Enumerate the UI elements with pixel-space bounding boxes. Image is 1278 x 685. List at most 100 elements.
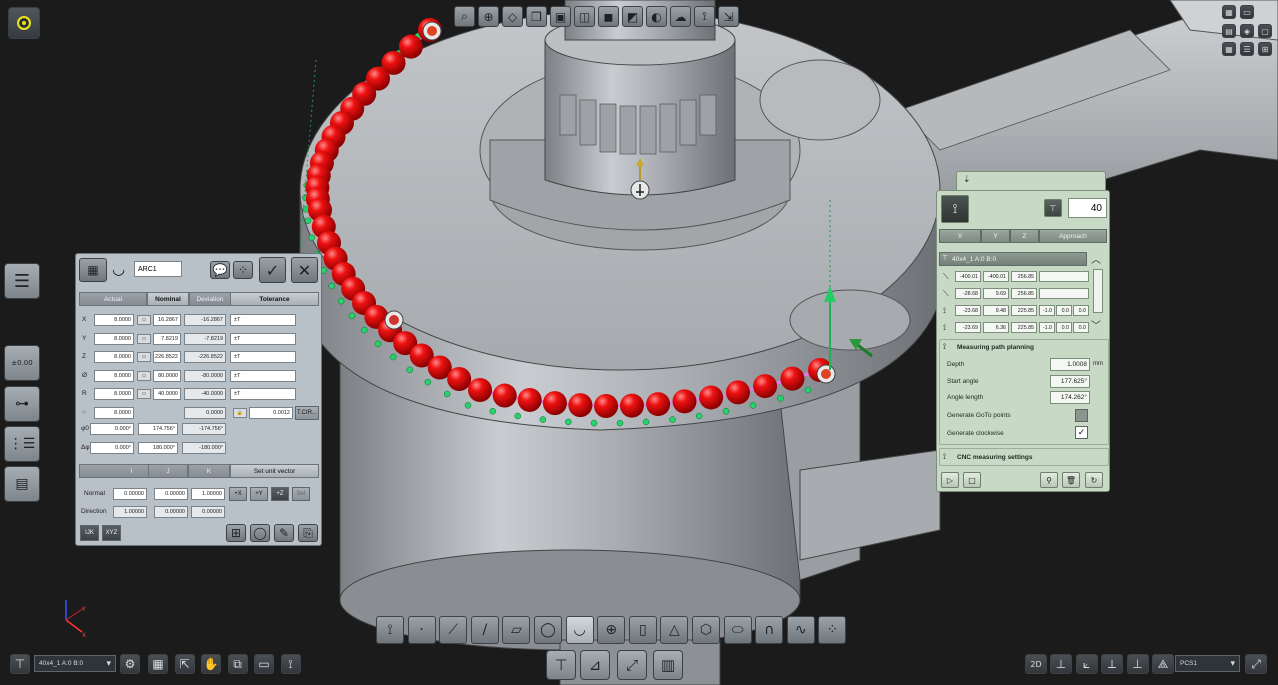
point-x-value[interactable]: -23.68 <box>955 305 981 316</box>
coordinate-mode-button[interactable]: ⤢ <box>617 650 647 680</box>
point-approach-value[interactable] <box>1039 288 1089 299</box>
viewport-max-icon[interactable]: ▭ <box>1240 5 1254 19</box>
point-c-value[interactable]: 0.0 <box>1073 322 1089 333</box>
point-b-value[interactable]: 0.0 <box>1056 305 1072 316</box>
point-x-value[interactable]: -400.01 <box>955 271 981 282</box>
scroll-down-icon[interactable]: ﹀ <box>1091 317 1101 332</box>
measure-point-icon[interactable] <box>672 389 697 414</box>
element-name-input[interactable] <box>134 261 182 277</box>
measure-point-icon[interactable] <box>447 366 472 391</box>
measure-point-icon[interactable] <box>517 387 542 412</box>
point-x-value[interactable]: -28.68 <box>955 288 981 299</box>
deviation-tab[interactable]: Deviation <box>189 292 231 306</box>
slot-button[interactable]: ⬭ <box>723 616 752 644</box>
arc-button[interactable]: ◡ <box>565 616 594 644</box>
axis-xz-button[interactable]: ⟀ <box>1075 654 1098 674</box>
plane-profile-button[interactable]: ⟋ <box>439 616 468 644</box>
view-iso-button[interactable]: ▣ <box>550 6 571 27</box>
tree-button[interactable]: ⊶ <box>4 386 40 422</box>
point-button[interactable]: · <box>407 616 436 644</box>
nominal-value[interactable]: 226.8522 <box>153 351 181 363</box>
coord-system-button[interactable]: ⤢ <box>1245 654 1267 674</box>
measure-point-icon[interactable] <box>542 391 567 416</box>
sphere-button[interactable]: ⊕ <box>597 616 626 644</box>
comment-button[interactable]: 💬 <box>210 261 230 279</box>
probe-config-button[interactable]: ⚙ <box>120 654 140 674</box>
keypad-button[interactable]: ▦ <box>79 258 107 282</box>
points-scrollbar[interactable] <box>1093 269 1103 313</box>
view-side-icon[interactable]: ▢ <box>1258 24 1272 38</box>
close-button[interactable]: ✕ <box>291 257 318 283</box>
point-a-value[interactable]: -1.0 <box>1039 305 1055 316</box>
axis-x-button[interactable]: +X <box>229 487 247 501</box>
zoom-button[interactable]: ⊕ <box>478 6 499 27</box>
export-button[interactable]: ⎘ <box>298 524 318 542</box>
point-approach-value[interactable] <box>1039 271 1089 282</box>
cnc-panel-tab[interactable]: ⇣ <box>956 171 1106 191</box>
measure-point-icon[interactable] <box>699 385 724 410</box>
measure-point-icon[interactable] <box>468 378 492 402</box>
probe-button[interactable]: ⊤ <box>1044 199 1062 217</box>
measure-point-icon[interactable] <box>753 374 778 399</box>
axis-3d-button[interactable]: ⊥ <box>1126 654 1149 674</box>
measure-point-icon[interactable] <box>594 393 619 418</box>
menu-button[interactable]: ☰ <box>4 263 40 299</box>
tolerance-value[interactable]: ±T <box>230 351 296 363</box>
probe-action-button[interactable]: ⚲ <box>1040 472 1058 488</box>
circle-button[interactable]: ◯ <box>250 524 270 542</box>
view-shaded-button[interactable]: ◩ <box>622 6 643 27</box>
start-angle-input[interactable]: 177.625° <box>1050 375 1090 388</box>
view-top-icon[interactable]: ▤ <box>1222 24 1236 38</box>
view-align-button[interactable]: ⇲ <box>718 6 739 27</box>
view-list-icon[interactable]: ☰ <box>1240 42 1254 56</box>
view-extra-icon[interactable]: ⊞ <box>1258 42 1272 56</box>
nominal-value[interactable]: 80.0000 <box>153 369 181 382</box>
form-type-button[interactable]: T.CIR... <box>295 405 319 420</box>
form-tolerance-value[interactable]: 0.0012 <box>249 406 293 419</box>
measure-point-icon[interactable] <box>646 392 671 417</box>
zoom-fit-button[interactable]: ⌕ <box>454 6 475 27</box>
axis-yz-button[interactable]: ⟂ <box>1101 654 1123 674</box>
point-x-value[interactable]: -23.69 <box>955 322 981 333</box>
points-button[interactable]: ⁘ <box>233 261 253 279</box>
report-button[interactable]: ▤ <box>4 466 40 502</box>
probe-row[interactable]: 40x4_1 A:0 B:0 <box>939 252 1087 266</box>
nominal-tab[interactable]: Nominal <box>147 292 189 306</box>
tolerance-tab[interactable]: Tolerance <box>230 292 319 306</box>
axis-tilt-button[interactable]: ⟁ <box>1152 654 1174 674</box>
nominal-source-icon[interactable]: ▭ <box>137 389 151 399</box>
point-c-value[interactable]: 0.0 <box>1073 305 1089 316</box>
actual-tab[interactable]: Actual <box>79 292 147 306</box>
xyz-mode-button[interactable]: XYZ <box>102 525 121 541</box>
viewport-layout-icon[interactable]: ▦ <box>1222 5 1236 19</box>
coord-system-select[interactable]: PCS1 <box>1175 655 1240 672</box>
tolerance-value[interactable]: ±T <box>230 314 296 326</box>
screen-button[interactable]: ▭ <box>254 654 274 674</box>
nominal-value[interactable]: 7.8219 <box>153 332 181 345</box>
hexagon-button[interactable]: ⬡ <box>692 616 720 644</box>
measure-point-icon[interactable] <box>492 383 517 408</box>
probe-path-button[interactable]: ⟟ <box>941 195 969 223</box>
axis-z-button[interactable]: +Z <box>271 487 289 501</box>
nominal-source-icon[interactable]: ▭ <box>137 333 151 344</box>
stop-button[interactable]: □ <box>963 472 981 488</box>
record-button[interactable] <box>8 7 40 39</box>
view-grid-icon[interactable]: ▦ <box>1222 42 1236 56</box>
point-a-value[interactable]: -1.0 <box>1039 322 1055 333</box>
calibrate-button[interactable]: ▦ <box>148 654 168 674</box>
cylinder-button[interactable]: ▯ <box>628 616 657 644</box>
probe-select[interactable]: 40x4_1 A:0 B:0 <box>34 655 116 672</box>
measure-point-icon[interactable] <box>725 380 750 405</box>
curve-button[interactable]: ∿ <box>786 616 815 644</box>
nominal-source-icon[interactable]: ▭ <box>137 370 151 381</box>
point-y-value[interactable]: -400.01 <box>983 271 1009 282</box>
view-cloud-button[interactable]: ☁ <box>670 6 691 27</box>
view-hide-button[interactable]: ◫ <box>574 6 595 27</box>
nominal-value[interactable]: 40.0000 <box>153 388 181 400</box>
view-cube-button[interactable]: ❒ <box>526 6 547 27</box>
pencil-button[interactable]: ✎ <box>274 524 294 542</box>
measure-mode-button[interactable]: ⊿ <box>580 650 610 680</box>
point-y-value[interactable]: 6.36 <box>983 322 1009 333</box>
list-button[interactable]: ⋮☰ <box>4 426 40 462</box>
point-y-value[interactable]: 9.69 <box>983 288 1009 299</box>
